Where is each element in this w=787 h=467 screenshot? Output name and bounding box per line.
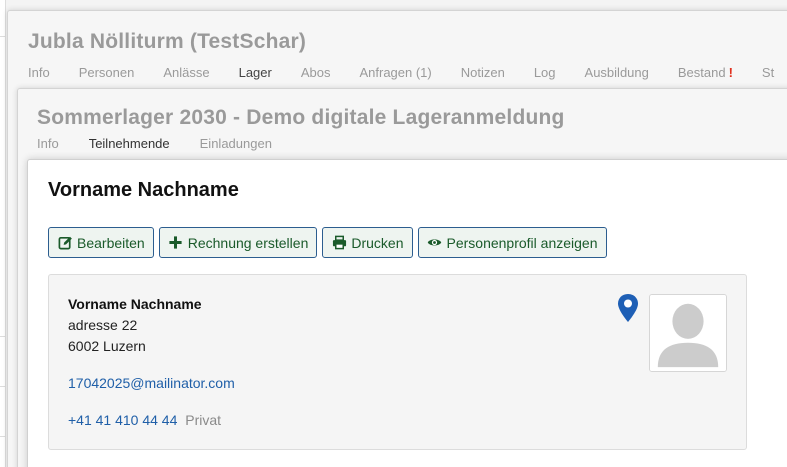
person-modal: Vorname Nachname Bearbeiten Rechnung ers…: [27, 159, 787, 467]
group-tab-bestand[interactable]: Bestand!: [678, 65, 733, 80]
group-tab-anfragen[interactable]: Anfragen (1): [359, 65, 431, 80]
event-tabs: Info Teilnehmende Einladungen: [37, 136, 302, 151]
group-tab-personen[interactable]: Personen: [79, 65, 135, 80]
phone-type-label: Privat: [185, 412, 222, 428]
show-profile-button-label: Personenprofil anzeigen: [446, 234, 598, 251]
event-title: Sommerlager 2030 - Demo digitale Lageran…: [37, 106, 565, 129]
group-tab-notizen[interactable]: Notizen: [461, 65, 505, 80]
divider: [0, 336, 6, 337]
group-tabs: Info Personen Anlässe Lager Abos Anfrage…: [28, 65, 787, 80]
group-tab-ausbildung[interactable]: Ausbildung: [585, 65, 649, 80]
map-pin-icon[interactable]: [617, 293, 639, 323]
eye-icon: [427, 235, 443, 251]
show-profile-button[interactable]: Personenprofil anzeigen: [417, 227, 607, 258]
person-title: Vorname Nachname: [48, 179, 239, 201]
plus-icon: [168, 235, 184, 251]
group-tab-log[interactable]: Log: [534, 65, 556, 80]
group-title: Jubla Nölliturm (TestSchar): [28, 30, 307, 53]
event-tab-einladungen[interactable]: Einladungen: [200, 136, 272, 151]
edit-button[interactable]: Bearbeiten: [48, 227, 154, 258]
avatar-placeholder-icon: [649, 294, 727, 372]
print-button[interactable]: Drucken: [322, 227, 413, 258]
group-tab-st[interactable]: St: [762, 65, 774, 80]
divider: [0, 436, 6, 437]
create-invoice-button[interactable]: Rechnung erstellen: [158, 227, 318, 258]
contact-name: Vorname Nachname: [68, 296, 202, 312]
address-street: adresse 22: [68, 317, 138, 333]
divider: [0, 36, 6, 37]
create-invoice-button-label: Rechnung erstellen: [187, 234, 309, 251]
phone-link[interactable]: +41 41 410 44 44: [68, 412, 177, 428]
group-tab-info[interactable]: Info: [28, 65, 50, 80]
group-tab-bestand-label: Bestand: [677, 65, 726, 80]
event-tab-info[interactable]: Info: [37, 136, 59, 151]
print-button-label: Drucken: [351, 234, 404, 251]
background-sidebar: [0, 0, 6, 467]
divider: [0, 386, 6, 387]
warning-badge: !: [728, 65, 733, 80]
group-tab-lager[interactable]: Lager: [239, 65, 272, 80]
group-tab-anlaesse[interactable]: Anlässe: [163, 65, 209, 80]
email-link[interactable]: 17042025@mailinator.com: [68, 375, 235, 391]
edit-button-label: Bearbeiten: [77, 234, 145, 251]
event-tab-teilnehmende[interactable]: Teilnehmende: [89, 136, 170, 151]
action-toolbar: Bearbeiten Rechnung erstellen Drucken Pe…: [48, 227, 612, 258]
edit-icon: [57, 235, 73, 251]
group-tab-abos[interactable]: Abos: [301, 65, 331, 80]
print-icon: [331, 235, 347, 251]
address-city: 6002 Luzern: [68, 338, 146, 354]
contact-card: Vorname Nachname adresse 22 6002 Luzern …: [48, 274, 747, 450]
phone-row: +41 41 410 44 44 Privat: [68, 412, 221, 428]
